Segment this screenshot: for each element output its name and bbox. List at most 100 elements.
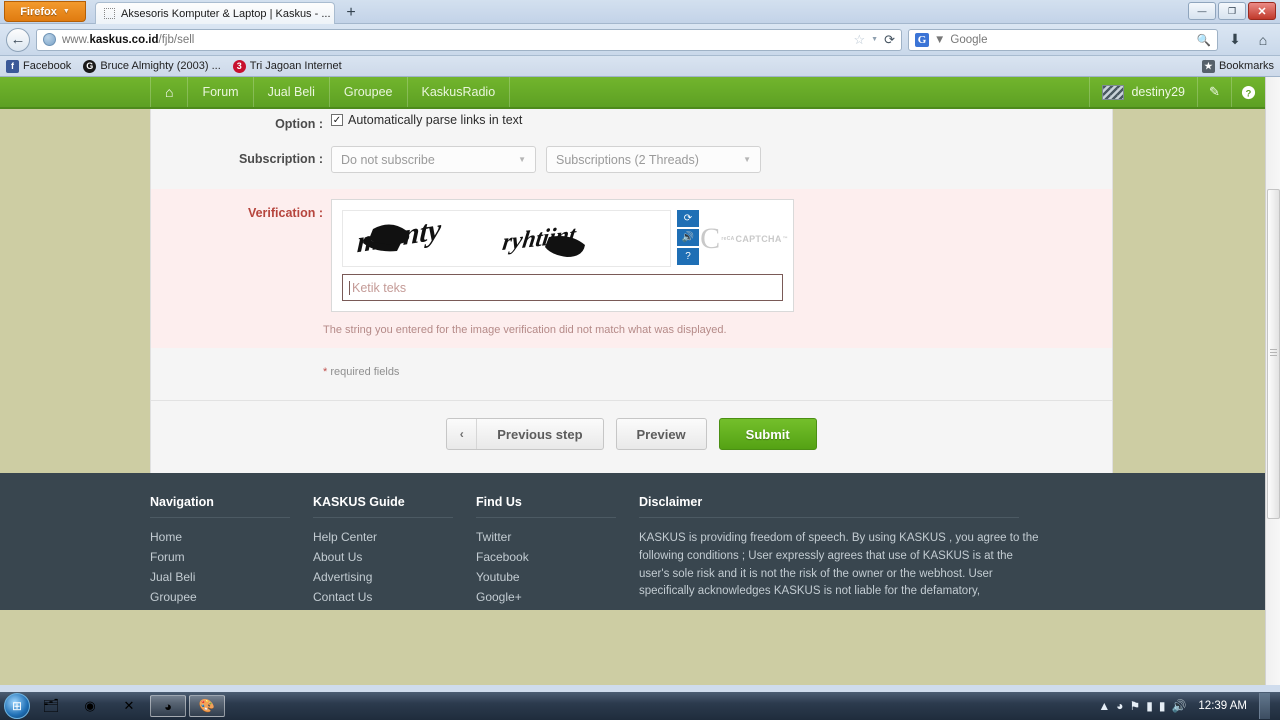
sitenav-item-jual-beli[interactable]: Jual Beli xyxy=(254,77,330,107)
preview-button[interactable]: Preview xyxy=(615,418,707,450)
generic-site-icon: G xyxy=(83,59,97,73)
recaptcha-logo-text: CAPTCHA xyxy=(735,233,782,244)
media-player-icon[interactable]: ◉ xyxy=(72,695,108,717)
chevron-down-icon: ▼ xyxy=(743,155,751,164)
bookmarks-folder-label: Bookmarks xyxy=(1218,60,1274,72)
chevron-down-icon[interactable]: ▼ xyxy=(871,36,878,43)
firefox-menu-button[interactable]: Firefox ▼ xyxy=(4,1,86,22)
firefox-icon[interactable]: ◕ xyxy=(150,695,186,717)
footer-column-guide: KASKUS Guide Help Center About Us Advert… xyxy=(313,495,476,610)
previous-step-button[interactable]: ‹ Previous step xyxy=(446,418,604,450)
footer-link-home[interactable]: Home xyxy=(150,530,313,544)
back-arrow-icon[interactable]: ← xyxy=(6,27,30,52)
show-desktop-button[interactable] xyxy=(1259,693,1270,719)
footer-link-about-us[interactable]: About Us xyxy=(313,550,476,564)
navigation-toolbar: ← www.kaskus.co.id/fjb/sell ☆ ▼ ⟳ G ▼ Go… xyxy=(0,24,1280,56)
window-controls: — ❐ ✕ xyxy=(1188,2,1276,20)
option-value: ✓ Automatically parse links in text xyxy=(331,113,1112,127)
search-placeholder: Google xyxy=(950,33,988,46)
bookmark-item[interactable]: f Facebook xyxy=(6,59,71,73)
downloads-icon[interactable]: ⬇ xyxy=(1224,29,1246,51)
kaskus-page: ⌂ Forum Jual Beli Groupee KaskusRadio de… xyxy=(0,77,1265,610)
explorer-icon[interactable]: 🗂 xyxy=(33,695,69,717)
tray-expand-icon[interactable]: ▲ xyxy=(1098,699,1110,713)
footer-link-googleplus[interactable]: Google+ xyxy=(476,590,639,604)
footer-link-jual-beli[interactable]: Jual Beli xyxy=(150,570,313,584)
footer-link-youtube[interactable]: Youtube xyxy=(476,570,639,584)
page-viewport: ⌂ Forum Jual Beli Groupee KaskusRadio de… xyxy=(0,77,1280,685)
recaptcha-prefix: reCA xyxy=(721,235,735,242)
browser-tab[interactable]: Aksesoris Komputer & Laptop | Kaskus - .… xyxy=(95,2,335,24)
refresh-icon[interactable]: ⟳ xyxy=(677,210,699,227)
help-icon[interactable]: ? xyxy=(677,248,699,265)
windows-taskbar: ⊞ 🗂 ◉ ✕ ◕ 🎨 ▲ ◕ ⚑ ▮ ▮ 🔊 12:39 AM xyxy=(0,692,1280,720)
reload-icon[interactable]: ⟳ xyxy=(884,32,895,48)
divider xyxy=(150,517,290,518)
bookmark-item[interactable]: G Bruce Almighty (2003) ... xyxy=(83,59,221,73)
recaptcha-logo: C reCA CAPTCHA ™ xyxy=(700,210,788,267)
home-icon[interactable]: ⌂ xyxy=(150,77,189,107)
tab-strip: Firefox ▼ Aksesoris Komputer & Laptop | … xyxy=(0,0,1280,24)
search-icon[interactable]: 🔍 xyxy=(1197,33,1211,47)
search-input[interactable]: G ▼ Google 🔍 xyxy=(908,28,1218,51)
minimize-button[interactable]: — xyxy=(1188,2,1216,20)
url-text: www.kaskus.co.id/fjb/sell xyxy=(62,33,195,46)
divider xyxy=(476,517,616,518)
footer-link-forum[interactable]: Forum xyxy=(150,550,313,564)
new-tab-button[interactable]: + xyxy=(340,4,362,23)
captcha-input-value: Ketik teks xyxy=(352,280,407,295)
action-center-icon[interactable]: ⚑ xyxy=(1129,699,1140,713)
close-button[interactable]: ✕ xyxy=(1248,2,1276,20)
subscribe-mode-select[interactable]: Do not subscribe ▼ xyxy=(331,146,536,173)
network-icon[interactable]: ▮ xyxy=(1159,699,1166,713)
safely-remove-icon[interactable]: ◕ xyxy=(1116,699,1123,713)
recaptcha-c-icon: C xyxy=(700,221,721,255)
bookmark-star-icon[interactable]: ☆ xyxy=(854,32,866,48)
submit-button[interactable]: Submit xyxy=(718,418,817,450)
captcha-controls: ⟳ 🔊 ? xyxy=(677,210,699,267)
text-caret xyxy=(349,280,350,295)
footer-link-twitter[interactable]: Twitter xyxy=(476,530,639,544)
avatar xyxy=(1102,84,1125,100)
user-menu[interactable]: destiny29 xyxy=(1089,77,1197,107)
battery-icon[interactable]: ▮ xyxy=(1146,699,1153,713)
subscription-folder-select[interactable]: Subscriptions (2 Threads) ▼ xyxy=(546,146,761,173)
footer-link-contact-us[interactable]: Contact Us xyxy=(313,590,476,604)
windows-start-icon[interactable]: ⊞ xyxy=(4,693,30,719)
footer-link-facebook[interactable]: Facebook xyxy=(476,550,639,564)
chevron-down-icon[interactable]: ▼ xyxy=(934,34,945,46)
sitenav-item-groupee[interactable]: Groupee xyxy=(330,77,408,107)
footer-column-find-us: Find Us Twitter Facebook Youtube Google+ xyxy=(476,495,639,610)
divider xyxy=(639,517,1019,518)
taskbar-clock[interactable]: 12:39 AM xyxy=(1192,700,1253,712)
help-icon[interactable]: ? xyxy=(1231,77,1265,107)
sell-form-card: Option : ✓ Automatically parse links in … xyxy=(150,109,1113,473)
subscription-row: Subscription : Do not subscribe ▼ Subscr… xyxy=(151,135,1112,177)
captcha-input[interactable]: Ketik teks xyxy=(342,274,783,301)
subscription-folder-value: Subscriptions (2 Threads) xyxy=(556,152,699,167)
parse-links-checkbox[interactable]: ✓ xyxy=(331,114,343,126)
verification-band: Verification : mrrnty xyxy=(151,189,1112,348)
url-bar[interactable]: www.kaskus.co.id/fjb/sell ☆ ▼ ⟳ xyxy=(36,28,902,51)
required-fields-note: * required fields xyxy=(151,348,1112,378)
messenger-icon[interactable]: ✕ xyxy=(111,695,147,717)
restore-button[interactable]: ❐ xyxy=(1218,2,1246,20)
bookmarks-folder[interactable]: ★ Bookmarks xyxy=(1201,59,1274,73)
footer-heading: Find Us xyxy=(476,495,522,509)
tab-favicon xyxy=(104,8,115,19)
pencil-icon[interactable]: ✎ xyxy=(1197,77,1231,107)
footer-link-groupee[interactable]: Groupee xyxy=(150,590,313,604)
volume-icon[interactable]: 🔊 xyxy=(1171,699,1186,713)
paint-icon[interactable]: 🎨 xyxy=(189,695,225,717)
sitenav-item-forum[interactable]: Forum xyxy=(188,77,254,107)
audio-icon[interactable]: 🔊 xyxy=(677,229,699,246)
page-scrollbar[interactable] xyxy=(1265,77,1280,685)
parse-links-checkbox-row[interactable]: ✓ Automatically parse links in text xyxy=(331,113,1112,127)
google-icon: G xyxy=(915,32,929,47)
footer-link-advertising[interactable]: Advertising xyxy=(313,570,476,584)
recaptcha-tm: ™ xyxy=(782,235,788,242)
home-icon[interactable]: ⌂ xyxy=(1252,29,1274,51)
bookmark-item[interactable]: 3 Tri Jagoan Internet xyxy=(232,59,342,73)
sitenav-item-kaskusradio[interactable]: KaskusRadio xyxy=(408,77,511,107)
footer-link-help-center[interactable]: Help Center xyxy=(313,530,476,544)
